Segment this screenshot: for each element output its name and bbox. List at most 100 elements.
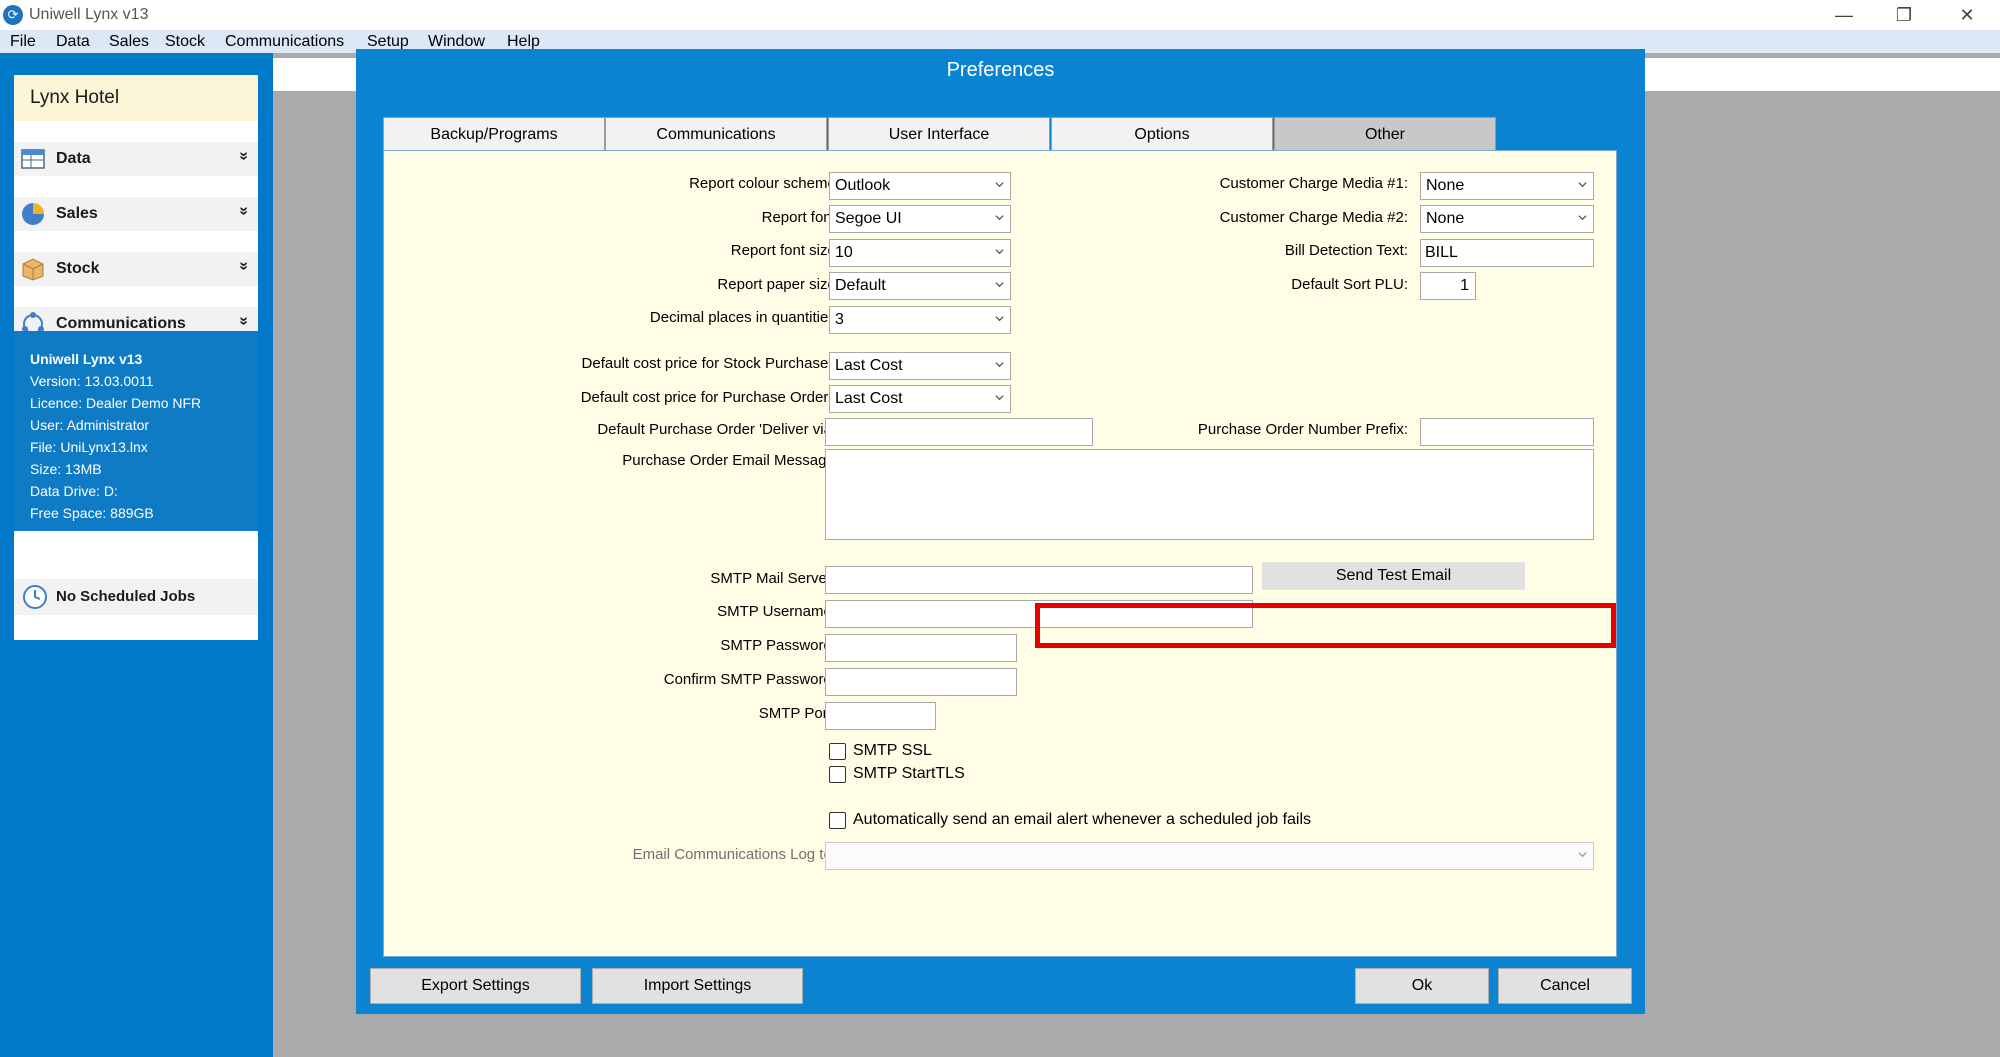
select-value: None — [1426, 177, 1465, 194]
default-sort-plu-input[interactable]: 1 — [1420, 272, 1476, 300]
po-number-prefix-input[interactable] — [1420, 418, 1594, 446]
expand-chevron-icon[interactable]: » — [235, 317, 253, 326]
charge-media-1-label: Customer Charge Media #1: — [1219, 175, 1408, 192]
ok-button[interactable]: Ok — [1355, 968, 1489, 1004]
input-value: 1 — [1460, 277, 1469, 294]
report-colour-scheme-select[interactable]: Outlook — [829, 172, 1011, 200]
select-value: 10 — [835, 244, 853, 261]
smtp-starttls-label: SMTP StartTLS — [853, 765, 965, 782]
import-settings-button[interactable]: Import Settings — [592, 968, 803, 1004]
table-icon — [21, 149, 45, 169]
input-value: BILL — [1425, 244, 1458, 261]
smtp-confirm-password-label: Confirm SMTP Password: — [663, 671, 836, 688]
select-value: 3 — [835, 311, 844, 328]
scheduled-jobs-label: No Scheduled Jobs — [56, 588, 196, 605]
smtp-confirm-password-input[interactable] — [825, 668, 1017, 696]
charge-media-1-select[interactable]: None — [1420, 172, 1594, 200]
decimal-places-select[interactable]: 3 — [829, 306, 1011, 334]
email-alert-label: Automatically send an email alert whenev… — [853, 811, 1312, 828]
smtp-username-label: SMTP Username: — [717, 603, 836, 620]
bill-detection-label: Bill Detection Text: — [1284, 242, 1408, 259]
tab-panel-other: Report colour scheme: Outlook Report fon… — [383, 150, 1617, 957]
smtp-ssl-label: SMTP SSL — [853, 742, 932, 759]
info-file: File: UniLynx13.lnx — [30, 439, 148, 455]
menu-stock[interactable]: Stock — [165, 33, 205, 51]
window-title: Uniwell Lynx v13 — [29, 6, 149, 23]
smtp-server-input[interactable] — [825, 566, 1253, 594]
chevron-down-icon — [995, 215, 1004, 221]
title-bar: ⟳ Uniwell Lynx v13 — ❐ ✕ — [0, 0, 2000, 30]
minimize-button[interactable]: — — [1814, 0, 1874, 30]
dialog-title: Preferences — [946, 59, 1055, 81]
clock-icon — [23, 585, 47, 609]
menu-file[interactable]: File — [10, 33, 36, 51]
app-logo-icon: ⟳ — [3, 5, 23, 25]
purchase-order-cost-select[interactable]: Last Cost — [829, 385, 1011, 413]
cancel-button[interactable]: Cancel — [1498, 968, 1632, 1004]
send-test-email-button[interactable]: Send Test Email — [1262, 562, 1525, 590]
sidebar-item-label: Sales — [56, 205, 98, 222]
sidebar-item-sales[interactable]: Sales » — [14, 197, 258, 231]
report-font-size-select[interactable]: 10 — [829, 239, 1011, 267]
chevron-down-icon — [995, 362, 1004, 368]
scheduled-jobs[interactable]: No Scheduled Jobs — [14, 579, 258, 615]
po-email-message-textarea[interactable] — [825, 449, 1594, 540]
default-sort-plu-label: Default Sort PLU: — [1291, 276, 1408, 293]
charge-media-2-select[interactable]: None — [1420, 205, 1594, 233]
po-deliver-via-input[interactable] — [825, 418, 1093, 446]
smtp-password-input[interactable] — [825, 634, 1017, 662]
close-window-button[interactable]: ✕ — [1937, 0, 1997, 30]
select-value: None — [1426, 210, 1465, 227]
hotel-name: Lynx Hotel — [14, 75, 258, 121]
expand-chevron-icon[interactable]: » — [235, 262, 253, 271]
tab-options[interactable]: Options — [1051, 117, 1273, 151]
chevron-down-icon — [1578, 852, 1587, 858]
chevron-down-icon — [995, 182, 1004, 188]
box-icon — [22, 258, 44, 281]
tab-other[interactable]: Other — [1274, 117, 1496, 151]
chevron-down-icon — [995, 316, 1004, 322]
smtp-ssl-checkbox[interactable] — [829, 743, 846, 760]
menu-communications[interactable]: Communications — [225, 33, 344, 51]
smtp-starttls-checkbox[interactable] — [829, 766, 846, 783]
select-value: Segoe UI — [835, 210, 902, 227]
sidebar-item-stock[interactable]: Stock » — [14, 252, 258, 286]
hotel-name-label: Lynx Hotel — [30, 87, 120, 108]
purchase-order-cost-label: Default cost price for Purchase Orders: — [580, 389, 840, 406]
bill-detection-input[interactable]: BILL — [1420, 239, 1594, 267]
restore-button[interactable]: ❐ — [1874, 0, 1934, 30]
select-value: Outlook — [835, 177, 891, 194]
info-user: User: Administrator — [30, 417, 150, 433]
chevron-down-icon — [995, 249, 1004, 255]
menu-data[interactable]: Data — [56, 33, 90, 51]
export-settings-button[interactable]: Export Settings — [370, 968, 581, 1004]
email-alert-checkbox[interactable] — [829, 812, 846, 829]
report-paper-size-select[interactable]: Default — [829, 272, 1011, 300]
expand-chevron-icon[interactable]: » — [235, 207, 253, 216]
report-font-size-label: Report font size: — [730, 242, 840, 259]
tab-backup-programs[interactable]: Backup/Programs — [383, 117, 605, 151]
info-app-name: Uniwell Lynx v13 — [30, 351, 143, 367]
pie-chart-icon — [22, 203, 44, 225]
menu-sales[interactable]: Sales — [109, 33, 149, 51]
report-font-select[interactable]: Segoe UI — [829, 205, 1011, 233]
info-free-space: Free Space: 889GB — [30, 505, 154, 521]
sidebar-item-label: Stock — [56, 260, 100, 277]
info-data-drive: Data Drive: D: — [30, 483, 118, 499]
sidebar-panel: Lynx Hotel Data » Sales » Stock » Commun… — [14, 75, 258, 640]
sidebar-item-data[interactable]: Data » — [14, 142, 258, 176]
stock-purchase-cost-select[interactable]: Last Cost — [829, 352, 1011, 380]
sidebar: Lynx Hotel Data » Sales » Stock » Commun… — [0, 53, 273, 1057]
email-log-select[interactable] — [825, 842, 1594, 870]
expand-chevron-icon[interactable]: » — [235, 152, 253, 161]
tab-user-interface[interactable]: User Interface — [828, 117, 1050, 151]
chevron-down-icon — [995, 395, 1004, 401]
select-value: Last Cost — [835, 357, 903, 374]
info-version: Version: 13.03.0011 — [30, 373, 154, 389]
smtp-port-input[interactable] — [825, 702, 936, 730]
chevron-down-icon — [1578, 182, 1587, 188]
chevron-down-icon — [995, 282, 1004, 288]
tab-communications[interactable]: Communications — [605, 117, 827, 151]
highlight-box — [1035, 603, 1616, 648]
report-colour-scheme-label: Report colour scheme: — [689, 175, 840, 192]
